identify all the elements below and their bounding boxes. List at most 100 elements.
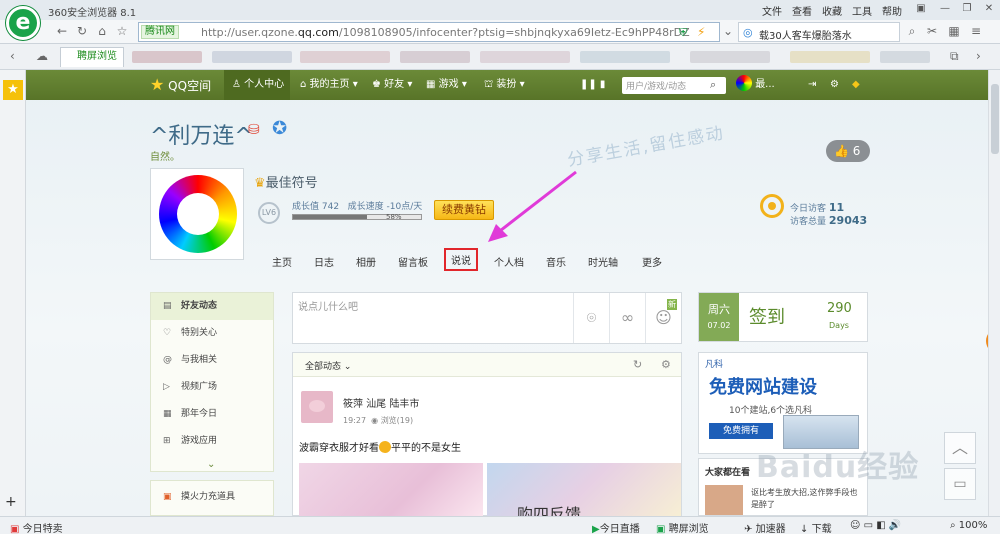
left-nav-item-friends-feed[interactable]: ▤ 好友动态 [151,293,273,320]
lightning-icon[interactable]: ⚡ [697,25,705,39]
tab-blurred[interactable] [790,51,870,63]
back-to-top-button[interactable]: ︿ [944,432,976,464]
chevron-down-icon[interactable]: ⌄ [207,459,215,470]
menu-icon[interactable]: ≡ [968,23,984,39]
address-bar[interactable]: 腾讯网 http://user.qzone.qq.com/1098108905/… [138,22,720,42]
vertical-scrollbar[interactable] [988,70,1000,516]
logout-icon[interactable]: ⇥ [808,70,816,100]
menu-tools[interactable]: 工具 [852,3,872,18]
status-tools[interactable]: ☺ ▭ ◧ 🔊 [850,520,901,531]
tab-message-board[interactable]: 留言板 [398,254,428,269]
tab-shuoshuo[interactable]: 说说 [444,248,478,271]
status-download[interactable]: ↓ 下载 [800,520,832,534]
tab-blurred[interactable] [880,51,930,63]
back-icon[interactable]: ← [54,23,70,39]
tab-blurred[interactable] [690,51,770,63]
tab-home[interactable]: 主页 [272,254,292,269]
tab-blurred[interactable] [132,51,202,63]
feed-user-avatar[interactable] [301,391,333,423]
feed-filter-dropdown[interactable]: 全部动态 ⌄ [305,359,351,372]
left-nav-item-video[interactable]: ▷ 视频广场 [151,374,273,401]
close-icon[interactable]: ✕ [980,2,998,16]
tab-timeline[interactable]: 时光轴 [588,254,618,269]
feed-image-1[interactable] [299,463,483,516]
left-nav-item-games[interactable]: ⊞ 游戏应用 [151,428,273,455]
vip-name[interactable]: ♛最佳符号 [254,172,318,191]
left-nav-item-props[interactable]: ▣ 摸火力充道具 [151,484,273,511]
tab-more[interactable]: 更多 [642,254,662,269]
profile-avatar[interactable] [150,168,244,260]
checkin-button[interactable]: 签到 [749,303,785,329]
tab-album[interactable]: 相册 [356,254,376,269]
tab-profile[interactable]: 个人档 [494,254,524,269]
secure-shield-icon[interactable]: ⛨ [679,26,687,40]
cake-icon[interactable]: ⛁ [248,122,260,138]
tab-blog[interactable]: 日志 [314,254,334,269]
feed-user-name[interactable]: 筱萍 汕尾 陆丰市 [343,395,419,410]
scrollbar-thumb[interactable] [991,84,999,154]
trending-thumbnail[interactable] [705,485,743,515]
search-icon[interactable]: ⌕ [710,78,716,92]
restore-tab-icon[interactable]: ⧉ [950,49,959,64]
minimize-icon[interactable]: — [936,2,954,16]
nav-games[interactable]: ▦ 游戏 ▾ [426,70,467,100]
ad-banner[interactable]: 凡科 免费网站建设 10个建站,6个选凡科 免费拥有 [698,352,868,454]
link-icon[interactable]: ∞ [609,293,645,343]
tab-blurred[interactable] [212,51,292,63]
status-live[interactable]: ▶今日直播 [592,520,640,534]
menu-favorites[interactable]: 收藏 [822,3,842,18]
menu-file[interactable]: 文件 [762,3,782,18]
nav-personal-center[interactable]: ♙ 个人中心 [224,70,290,100]
post-input[interactable]: 说点儿什么吧 ⌾ ∞ ☺ 新 [292,292,682,344]
favorite-star-icon[interactable]: ☆ [114,23,130,39]
wing-badge-icon[interactable]: ✪ [272,118,287,139]
tab-blurred[interactable] [580,51,670,63]
menu-help[interactable]: 帮助 [882,3,902,18]
checkin-panel[interactable]: 周六 07.02 签到 290 Days [698,292,868,342]
level-badge[interactable]: LV6 [258,202,280,224]
nav-my-home[interactable]: ⌂ 我的主页 ▾ [300,70,358,100]
tab-blurred[interactable] [400,51,470,63]
add-icon[interactable]: + [5,494,17,510]
nav-dressup[interactable]: ⛫ 装扮 ▾ [484,70,525,100]
feedback-button[interactable]: ▭ [944,468,976,500]
apps-icon[interactable]: ▦ [946,23,962,39]
tab-scroll-left-icon[interactable]: ‹ [10,49,15,63]
site-tag[interactable]: 腾讯网 [141,25,179,39]
tab-music[interactable]: 音乐 [546,254,566,269]
left-nav-item-this-day[interactable]: ▦ 那年今日 [151,401,273,428]
tab-blurred[interactable] [300,51,390,63]
trending-text[interactable]: 讴比考生放大招,这作弊手段也是醉了 [751,487,863,511]
user-menu[interactable]: 最... [736,70,775,100]
browser-logo-icon[interactable]: e [6,6,40,40]
tab-scroll-right-icon[interactable]: › [976,49,981,63]
nav-friends[interactable]: ♚ 好友 ▾ [372,70,412,100]
pause-icon[interactable]: ❚❚ ▮ [580,70,605,100]
scissors-icon[interactable]: ✂ [924,23,940,39]
menu-view[interactable]: 查看 [792,3,812,18]
gear-icon[interactable]: ⚙ [661,358,671,371]
search-text[interactable]: 载30人客车爆胎落水 [759,27,852,42]
skin-icon[interactable]: ▣ [912,2,930,16]
qzone-logo[interactable]: ★ QQ空间 [150,70,211,100]
tab-active[interactable]: 聘屏浏览 [60,47,124,67]
status-sale[interactable]: ▣ 今日特卖 [10,520,63,534]
status-browse[interactable]: ▣ 聘屏浏览 [656,520,709,534]
status-zoom[interactable]: ⌕ 100% [950,520,987,531]
search-input[interactable]: ◎ 载30人客车爆胎落水 [738,22,900,42]
left-nav-item-related[interactable]: @ 与我相关 [151,347,273,374]
diamond-icon[interactable]: ◆ [852,70,860,100]
cloud-icon[interactable]: ☁ [36,49,48,63]
favorites-star-icon[interactable]: ★ [3,80,23,100]
tab-blurred[interactable] [480,51,570,63]
left-nav-item-special-care[interactable]: ♡ 特别关心 [151,320,273,347]
search-icon[interactable]: ⌕ [904,23,920,39]
feed-image-2[interactable]: 购四反馈 [487,463,681,516]
status-accelerator[interactable]: ✈ 加速器 [744,520,786,534]
dropdown-chevron-icon[interactable]: ⌄ [720,23,736,39]
camera-icon[interactable]: ⌾ [573,293,609,343]
search-engine-icon[interactable]: ◎ [743,26,753,39]
qzone-search-input[interactable]: 用户/游戏/动态 ⌕ [622,77,726,94]
like-badge[interactable]: 👍 6 [826,140,870,162]
gear-icon[interactable]: ⚙ [830,70,839,100]
